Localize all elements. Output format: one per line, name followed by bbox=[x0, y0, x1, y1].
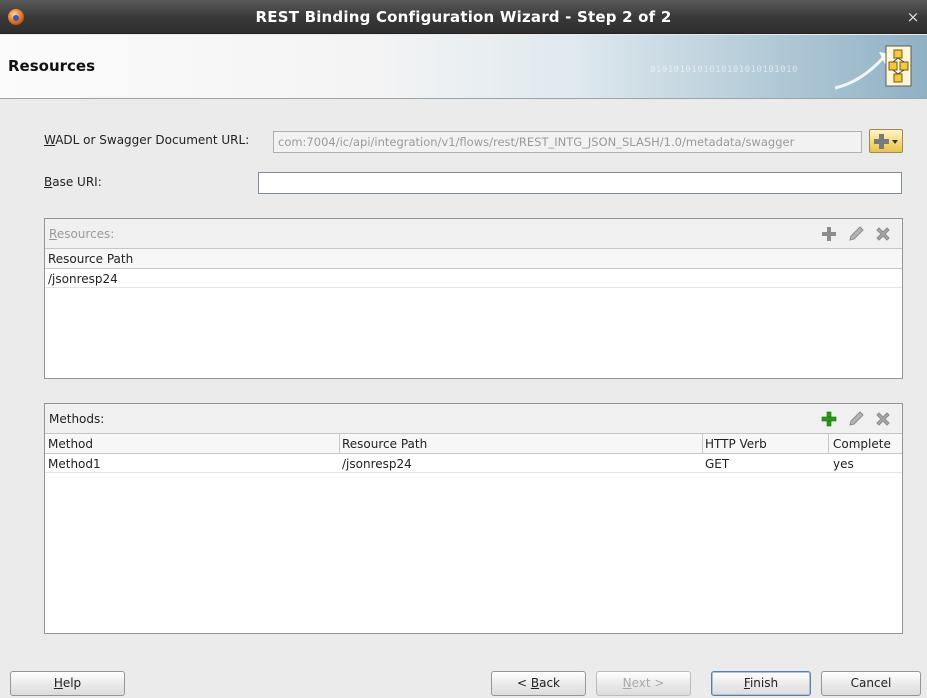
column-header-complete[interactable]: Complete bbox=[833, 437, 891, 451]
column-header-resource-path[interactable]: Resource Path bbox=[342, 437, 427, 451]
edit-method-icon[interactable] bbox=[847, 410, 865, 428]
wadl-url-field[interactable]: com:7004/ic/api/integration/v1/flows/res… bbox=[273, 131, 862, 153]
help-button[interactable]: Help bbox=[10, 671, 125, 696]
table-row[interactable]: Method1 /jsonresp24 GET yes bbox=[45, 454, 902, 473]
wizard-step-icon bbox=[834, 45, 912, 90]
column-header-method[interactable]: Method bbox=[48, 437, 93, 451]
cancel-button[interactable]: Cancel bbox=[821, 671, 921, 696]
add-url-dropdown-button[interactable] bbox=[869, 129, 903, 153]
edit-resource-icon[interactable] bbox=[847, 225, 865, 243]
complete-cell: yes bbox=[833, 457, 854, 471]
column-header-resource-path[interactable]: Resource Path bbox=[48, 252, 133, 266]
table-row[interactable]: /jsonresp24 bbox=[45, 269, 902, 288]
resources-panel-title: Resources: bbox=[49, 227, 115, 241]
http-verb-cell: GET bbox=[705, 457, 730, 471]
page-title: Resources bbox=[8, 57, 96, 75]
wadl-url-label: WADL or Swagger Document URL: bbox=[44, 133, 250, 147]
base-uri-label: Base URI: bbox=[44, 175, 102, 189]
close-icon[interactable]: × bbox=[905, 9, 921, 25]
resource-path-cell: /jsonresp24 bbox=[342, 457, 412, 471]
resource-path-cell: /jsonresp24 bbox=[48, 272, 118, 286]
methods-panel-header: Methods: bbox=[45, 404, 902, 434]
finish-button[interactable]: Finish bbox=[711, 671, 811, 696]
method-cell: Method1 bbox=[48, 457, 101, 471]
delete-resource-icon[interactable] bbox=[874, 225, 892, 243]
resources-panel: Resources: Resource Path /jsonresp24 bbox=[44, 218, 903, 379]
back-button[interactable]: < Back bbox=[491, 671, 586, 696]
column-header-http-verb[interactable]: HTTP Verb bbox=[705, 437, 767, 451]
window-title: REST Binding Configuration Wizard - Step… bbox=[255, 8, 672, 26]
resources-panel-header: Resources: bbox=[45, 219, 902, 249]
header-binary-decoration: 0101010101010101010101010 bbox=[650, 65, 798, 75]
wizard-header: Resources 0101010101010101010101010 bbox=[0, 35, 927, 99]
delete-method-icon[interactable] bbox=[874, 410, 892, 428]
add-method-icon[interactable] bbox=[820, 410, 838, 428]
base-uri-field[interactable] bbox=[258, 172, 902, 194]
title-bar: REST Binding Configuration Wizard - Step… bbox=[0, 0, 927, 34]
methods-panel: Methods: Method Resource Path HTTP Verb … bbox=[44, 403, 903, 634]
plus-icon bbox=[874, 134, 898, 149]
add-resource-icon[interactable] bbox=[820, 225, 838, 243]
methods-table-header: Method Resource Path HTTP Verb Complete bbox=[45, 434, 902, 454]
next-button[interactable]: Next > bbox=[596, 671, 691, 696]
resources-table-header: Resource Path bbox=[45, 249, 902, 269]
methods-panel-title: Methods: bbox=[49, 412, 105, 426]
